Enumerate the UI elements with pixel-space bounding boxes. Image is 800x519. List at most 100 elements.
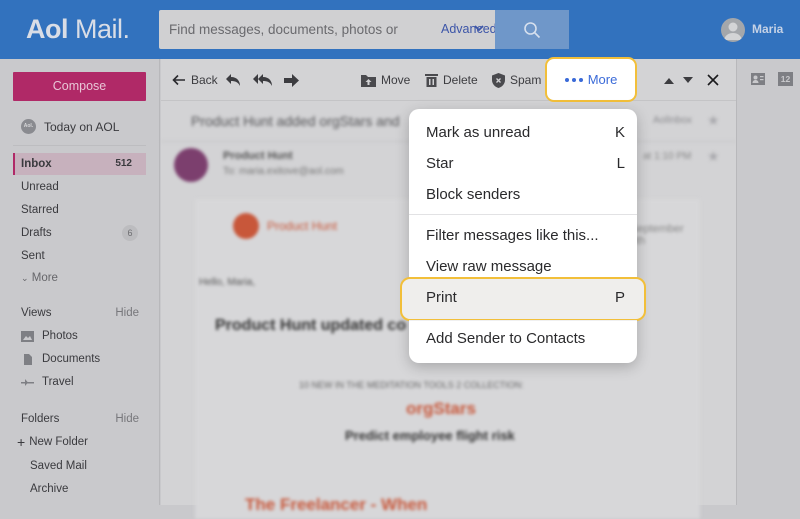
reply-all-button[interactable] [253,59,273,101]
move-label: Move [381,73,411,87]
sent-label: Sent [21,250,45,262]
chevron-down-icon[interactable] [473,22,485,34]
star-icon[interactable]: ★ [707,112,720,129]
search-button[interactable] [495,10,569,49]
sender-name[interactable]: Product Hunt [223,150,293,162]
reply-button[interactable] [225,59,241,101]
divider [13,145,146,146]
sidebar-item-inbox[interactable]: Inbox 512 [13,153,146,175]
product-tagline: Predict employee flight risk [345,428,515,443]
sidebar: Compose Aol. Today on AOL Inbox 512 Unre… [0,59,160,505]
menu-item-label: Block senders [426,186,521,203]
greeting: Hello, Maria, [199,277,256,288]
new-folder-label: New Folder [29,436,88,448]
collection-label: 10 NEW IN THE MEDITATION TOOLS 2 COLLECT… [299,380,524,390]
aol-mail-logo[interactable]: Aol Mail. [26,14,130,45]
view-item-documents[interactable]: Documents [21,353,100,365]
calendar-icon[interactable]: 12 [778,72,793,86]
brand-name: Product Hunt [267,219,338,233]
sidebar-item-sent[interactable]: Sent [13,245,146,267]
menu-item-add-sender-contacts[interactable]: Add Sender to Contacts [409,323,637,354]
next-message-button[interactable] [683,59,693,101]
compose-button[interactable]: Compose [13,72,146,101]
move-button[interactable]: Move [361,59,410,101]
more-label: More [587,72,618,87]
shield-icon [492,72,505,88]
trash-icon [425,74,438,87]
drafts-label: Drafts [21,227,52,239]
delete-button[interactable]: Delete [425,59,478,101]
user-name[interactable]: Maria [752,22,783,36]
more-button[interactable]: More [545,57,637,102]
folder-archive[interactable]: Archive [30,483,68,495]
folder-saved-mail[interactable]: Saved Mail [30,460,87,472]
contacts-icon[interactable] [751,73,765,85]
close-icon [707,74,719,86]
star-icon[interactable]: ★ [707,148,720,165]
folders-hide-button[interactable]: Hide [115,413,139,425]
menu-item-filter-messages[interactable]: Filter messages like this... [409,220,637,251]
shortcut-key: K [614,124,625,141]
view-item-photos[interactable]: Photos [21,330,78,342]
shortcut-key: L [616,155,625,172]
sidebar-item-starred[interactable]: Starred [13,199,146,221]
user-icon [724,22,742,40]
sidebar-item-unread[interactable]: Unread [13,176,146,198]
plus-icon: + [17,434,26,450]
views-title: Views [21,307,52,319]
more-label: More [31,272,58,284]
photos-label: Photos [42,330,78,342]
back-label: Back [191,73,218,87]
unread-label: Unread [21,181,59,193]
menu-item-star[interactable]: Star L [409,148,637,179]
advanced-search-button[interactable]: Advanced [441,10,497,49]
folders-header: Folders Hide [21,413,139,425]
email-headline: Product Hunt updated co [215,317,407,334]
forward-button[interactable] [284,59,299,101]
close-button[interactable] [707,59,719,101]
logo-brand: Aol [26,14,69,44]
folder-move-icon [361,74,376,87]
travel-label: Travel [42,376,74,388]
aol-icon: Aol. [21,119,36,134]
email-date: September 9th [630,223,684,247]
previous-message-button[interactable] [664,59,674,101]
spam-label: Spam [510,73,542,87]
message-toolbar: Back Move Delete Spam More [161,57,736,102]
menu-item-print[interactable]: Print P [409,282,637,313]
back-button[interactable]: Back [172,59,218,101]
today-on-aol-link[interactable]: Aol. Today on AOL [21,119,119,134]
delete-label: Delete [443,73,478,87]
search-input[interactable] [169,10,401,49]
right-pane: 12 [736,59,800,505]
top-bar: Aol Mail. Advanced Maria [0,0,800,59]
menu-item-mark-unread[interactable]: Mark as unread K [409,117,637,148]
logo-product: Mail. [75,14,130,44]
forward-icon [284,73,299,87]
sidebar-item-drafts[interactable]: Drafts 6 [13,222,146,244]
new-folder-button[interactable]: + New Folder [17,434,88,450]
search-icon [524,21,541,38]
menu-item-label: View raw message [426,258,552,275]
chevron-down-icon: ⌄ [21,273,29,283]
more-actions-menu: Mark as unread K Star L Block senders Filt… [400,109,646,363]
drafts-count: 6 [122,225,138,241]
product-hunt-logo [233,213,259,239]
message-date: at 1:10 PM [643,151,692,162]
menu-item-block-senders[interactable]: Block senders [409,179,637,210]
inbox-count: 512 [115,158,132,169]
shortcut-key: P [614,289,625,306]
menu-item-label: Mark as unread [426,124,531,141]
caret-up-icon [664,77,674,84]
menu-item-label: Filter messages like this... [426,227,599,244]
views-hide-button[interactable]: Hide [115,307,139,319]
user-avatar[interactable] [721,18,745,42]
sidebar-item-more[interactable]: ⌄ More [13,267,146,289]
card-title: The Freelancer - When [245,495,428,514]
spam-button[interactable]: Spam [492,59,541,101]
sender-avatar [174,148,208,182]
menu-item-label: Print [426,289,457,306]
product-name: orgStars [406,399,476,418]
view-item-travel[interactable]: Travel [21,376,74,388]
menu-item-label: Star [426,155,454,172]
